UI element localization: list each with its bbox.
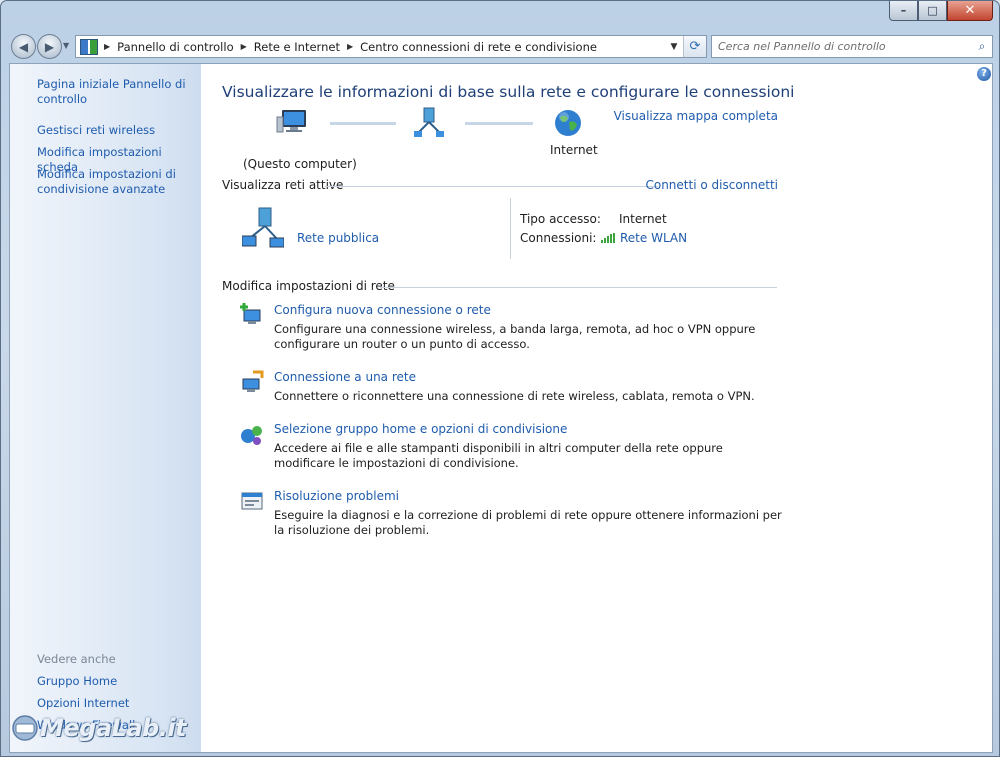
window: – □ ✕ ◀ ▶ ▼ ▶ Pannello di controllo ▶ Re…: [0, 0, 1000, 757]
vertical-divider: [510, 198, 511, 259]
arrow-right-icon: ▶: [44, 39, 55, 54]
active-networks-heading: Visualizza reti attive: [222, 178, 344, 192]
megalab-logo-icon: [12, 715, 38, 741]
breadcrumb-separator-icon[interactable]: ▶: [241, 42, 247, 51]
sidebar: Pagina iniziale Pannello di controllo Ge…: [10, 64, 201, 752]
network-icon: [414, 107, 444, 137]
connect-disconnect-link[interactable]: Connetti o disconnetti: [645, 178, 778, 192]
see-also-heading: Vedere anche: [37, 652, 116, 666]
control-panel-icon: [80, 38, 98, 55]
wlan-connection-link[interactable]: Rete WLAN: [620, 231, 687, 245]
access-type-value: Internet: [619, 212, 667, 226]
new-connection-icon: [240, 303, 261, 324]
breadcrumb-item-network-center[interactable]: Centro connessioni di rete e condivision…: [360, 40, 597, 54]
breadcrumb: ▶ Pannello di controllo ▶ Rete e Interne…: [76, 38, 665, 55]
troubleshoot-icon: [241, 492, 263, 510]
this-computer-label: (Questo computer): [243, 157, 357, 171]
breadcrumb-separator-icon[interactable]: ▶: [347, 42, 353, 51]
access-type-label: Tipo accesso:: [520, 212, 601, 226]
task-new-connection-desc: Configurare una connessione wireless, a …: [274, 322, 756, 351]
connect-network-icon: [242, 370, 264, 392]
task-troubleshoot-link[interactable]: Risoluzione problemi: [274, 489, 399, 503]
connections-label: Connessioni:: [520, 231, 597, 245]
homegroup-icon: [241, 426, 262, 445]
back-button[interactable]: ◀: [11, 34, 36, 59]
public-network-link[interactable]: Rete pubblica: [297, 231, 379, 245]
sidebar-link-manage-wireless[interactable]: Gestisci reti wireless: [37, 123, 155, 138]
sidebar-link-homegroup[interactable]: Gruppo Home: [37, 674, 117, 689]
close-button[interactable]: ✕: [947, 1, 993, 21]
search-icon[interactable]: ⌕: [972, 39, 992, 54]
task-connect-network-desc: Connettere o riconnettere una connession…: [274, 389, 755, 403]
task-troubleshoot-desc: Eseguire la diagnosi e la correzione di …: [274, 508, 782, 537]
task-homegroup-desc: Accedere ai file e alle stampanti dispon…: [274, 441, 723, 470]
recent-pages-dropdown[interactable]: ▼: [63, 41, 69, 50]
breadcrumb-item-control-panel[interactable]: Pannello di controllo: [117, 40, 233, 54]
breadcrumb-separator-icon[interactable]: ▶: [104, 42, 110, 51]
window-controls: – □ ✕: [889, 1, 993, 21]
change-settings-heading: Modifica impostazioni di rete: [222, 279, 395, 293]
navigation-bar: ◀ ▶ ▼ ▶ Pannello di controllo ▶ Rete e I…: [1, 31, 999, 61]
address-bar[interactable]: ▶ Pannello di controllo ▶ Rete e Interne…: [75, 35, 707, 58]
wifi-signal-icon: [601, 233, 615, 243]
task-new-connection-link[interactable]: Configura nuova connessione o rete: [274, 303, 491, 317]
sidebar-link-internet-options[interactable]: Opzioni Internet: [37, 696, 129, 711]
public-network-icon: [242, 207, 284, 248]
address-dropdown-icon[interactable]: ▼: [665, 42, 683, 52]
help-button[interactable]: ?: [977, 67, 991, 81]
sidebar-link-advanced-sharing[interactable]: Modifica impostazioni di condivisione av…: [37, 167, 177, 196]
computer-icon: [276, 110, 306, 133]
section-divider: [380, 287, 777, 288]
connection-line: [465, 122, 533, 125]
section-divider: [325, 186, 658, 187]
view-full-map-link[interactable]: Visualizza mappa completa: [614, 109, 778, 123]
internet-globe-icon: [555, 110, 581, 136]
watermark-logo: MegaLab.it: [10, 714, 187, 742]
internet-label: Internet: [550, 143, 598, 157]
search-box: ⌕: [711, 35, 993, 58]
arrow-left-icon: ◀: [18, 39, 29, 54]
connection-line: [330, 122, 396, 125]
watermark-text: MegaLab.it: [40, 714, 187, 742]
maximize-button[interactable]: □: [918, 1, 947, 21]
search-input[interactable]: [712, 39, 972, 54]
refresh-icon: ⟳: [689, 39, 701, 54]
main-panel: ? Visualizzare le informazioni di base s…: [202, 64, 992, 752]
sidebar-link-control-panel-home[interactable]: Pagina iniziale Pannello di controllo: [37, 77, 187, 106]
page-title: Visualizzare le informazioni di base sul…: [222, 83, 795, 101]
title-bar: – □ ✕: [1, 1, 999, 29]
task-connect-network-link[interactable]: Connessione a una rete: [274, 370, 416, 384]
minimize-button[interactable]: –: [889, 1, 918, 21]
breadcrumb-item-network-internet[interactable]: Rete e Internet: [254, 40, 340, 54]
refresh-button[interactable]: ⟳: [683, 36, 706, 57]
forward-button[interactable]: ▶: [37, 34, 62, 59]
content-area: Pagina iniziale Pannello di controllo Ge…: [9, 63, 993, 753]
task-homegroup-link[interactable]: Selezione gruppo home e opzioni di condi…: [274, 422, 567, 436]
